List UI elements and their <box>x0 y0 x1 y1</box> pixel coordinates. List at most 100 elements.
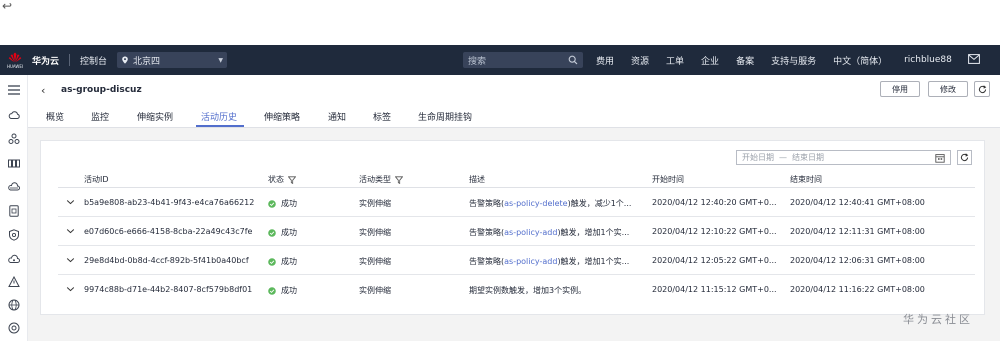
table-row[interactable]: b5a9e808-ab23-4b41-9f43-e4ca76a66212 成功 … <box>58 188 975 217</box>
start-time: 2020/04/12 12:05:22 GMT+0... <box>652 256 777 265</box>
disable-button-label: 停用 <box>892 84 908 94</box>
date-range-picker[interactable]: 开始日期 — 结束日期 <box>736 150 951 165</box>
table-row[interactable]: e07d60c6-e666-4158-8cba-22a49c43c7fe 成功 … <box>58 217 975 246</box>
expand-row-chevron-icon[interactable] <box>66 227 75 235</box>
cloud-icon[interactable] <box>7 180 21 194</box>
success-check-icon <box>268 257 276 266</box>
policy-link[interactable]: as-policy-add <box>504 257 557 266</box>
nav-item-enterprise[interactable]: 企业 <box>701 54 719 67</box>
settings-icon[interactable] <box>7 321 21 335</box>
success-check-icon <box>268 228 276 237</box>
activity-type: 实例伸缩 <box>359 199 391 208</box>
tab-scaling-instances[interactable]: 伸缩实例 <box>137 110 173 123</box>
date-range-separator: — <box>779 153 787 162</box>
column-header-end-time-label: 结束时间 <box>790 175 822 184</box>
search-placeholder: 搜索 <box>468 56 487 67</box>
active-tab-indicator <box>196 125 244 127</box>
menu-icon[interactable] <box>7 83 21 97</box>
tab-monitoring[interactable]: 监控 <box>91 110 109 123</box>
modify-button[interactable]: 修改 <box>928 81 968 97</box>
watermark: 华为云社区 <box>903 313 973 326</box>
description-suffix: )触发，增加1个实... <box>557 257 630 266</box>
table-header: 活动ID 状态 活动类型 描述 开始时间 结束时间 <box>58 170 975 188</box>
console-link[interactable]: 控制台 <box>80 54 107 67</box>
tab-lifecycle-hooks[interactable]: 生命周期挂钩 <box>418 110 472 123</box>
status-text: 成功 <box>281 286 297 295</box>
filter-icon[interactable] <box>395 175 403 184</box>
nav-item-tickets[interactable]: 工单 <box>666 54 684 67</box>
cloud-server-icon[interactable] <box>7 108 21 122</box>
region-selector[interactable]: 北京四 ▼ <box>117 52 228 68</box>
tab-notifications[interactable]: 通知 <box>328 110 346 123</box>
description-prefix: 告警策略( <box>469 257 505 266</box>
table-row[interactable]: 29e8d4bd-0b8d-4ccf-892b-5f41b0a40bcf 成功 … <box>58 246 975 275</box>
tab-bar: 概览 监控 伸缩实例 活动历史 伸缩策略 通知 标签 生命周期挂钩 <box>28 104 1000 128</box>
expand-row-chevron-icon[interactable] <box>66 285 75 293</box>
document-icon[interactable] <box>7 204 21 218</box>
expand-row-chevron-icon[interactable] <box>66 256 75 264</box>
storage-icon[interactable] <box>7 156 21 170</box>
global-icon[interactable] <box>7 298 21 312</box>
column-header-description-label: 描述 <box>469 175 485 184</box>
start-time: 2020/04/12 12:40:20 GMT+0... <box>652 198 777 207</box>
back-chevron-icon[interactable]: ‹ <box>41 84 45 97</box>
status-text: 成功 <box>281 257 297 266</box>
cluster-icon[interactable] <box>7 132 21 146</box>
search-input[interactable]: 搜索 <box>463 52 583 68</box>
description-prefix: 告警策略( <box>469 199 505 208</box>
activity-type: 实例伸缩 <box>359 257 391 266</box>
filter-icon[interactable] <box>288 175 296 184</box>
column-header-status-label: 状态 <box>268 175 284 184</box>
nav-item-support[interactable]: 支持与服务 <box>771 54 816 67</box>
mail-icon[interactable] <box>968 54 980 64</box>
policy-link[interactable]: as-policy-add <box>504 228 557 237</box>
brand-name[interactable]: 华为云 <box>32 54 59 67</box>
activity-description: 期望实例数触发，增加3个实例。 <box>469 285 644 296</box>
nav-item-language[interactable]: 中文（简体） <box>833 54 887 67</box>
disable-button[interactable]: 停用 <box>880 81 920 97</box>
page-header: ‹ as-group-discuz 停用 修改 <box>28 78 1000 102</box>
nav-item-icp[interactable]: 备案 <box>736 54 754 67</box>
start-date-placeholder: 开始日期 <box>742 153 774 162</box>
chevron-down-icon: ▼ <box>218 56 224 64</box>
tab-tags[interactable]: 标签 <box>373 110 391 123</box>
huawei-logo[interactable]: HUAWEI <box>2 45 28 75</box>
description-prefix: 告警策略( <box>469 228 505 237</box>
nav-item-resources[interactable]: 资源 <box>631 54 649 67</box>
top-navigation-bar: HUAWEI 华为云 控制台 北京四 ▼ 搜索 费用 资源 工单 企业 备案 支… <box>0 45 1000 75</box>
column-header-type: 活动类型 <box>359 174 403 185</box>
policy-link[interactable]: as-policy-delete <box>504 199 567 208</box>
activity-type: 实例伸缩 <box>359 286 391 295</box>
description-suffix: )触发，增加1个实... <box>557 228 630 237</box>
status-cell: 成功 <box>268 227 297 238</box>
activity-id: 9974c88b-d71e-44b2-8407-8cf579b8df01 <box>84 285 253 294</box>
activity-id: b5a9e808-ab23-4b41-9f43-e4ca76a66212 <box>84 198 255 207</box>
nav-item-billing[interactable]: 费用 <box>596 54 614 67</box>
end-time: 2020/04/12 12:06:31 GMT+08:00 <box>790 256 925 265</box>
back-arrow-icon[interactable]: ↩ <box>2 0 18 14</box>
description-prefix: 期望实例数触发，增加3个实例。 <box>469 286 587 295</box>
search-icon[interactable] <box>568 55 578 65</box>
activity-id: e07d60c6-e666-4158-8cba-22a49c43c7fe <box>84 227 253 236</box>
network-icon[interactable] <box>7 252 21 266</box>
table-refresh-button[interactable] <box>957 150 972 165</box>
column-header-end-time: 结束时间 <box>790 174 822 185</box>
activity-description: 告警策略(as-policy-delete)触发，减少1个... <box>469 198 644 209</box>
region-label: 北京四 <box>133 56 161 67</box>
tab-scaling-policies[interactable]: 伸缩策略 <box>264 110 300 123</box>
tab-activity-history[interactable]: 活动历史 <box>201 110 237 123</box>
security-icon[interactable] <box>7 228 21 242</box>
activity-id: 29e8d4bd-0b8d-4ccf-892b-5f41b0a40bcf <box>84 256 249 265</box>
tab-overview[interactable]: 概览 <box>46 110 64 123</box>
start-time: 2020/04/12 12:10:22 GMT+0... <box>652 227 777 236</box>
nav-item-user[interactable]: richblue88 <box>904 55 952 65</box>
alarm-icon[interactable] <box>7 275 21 289</box>
column-header-status: 状态 <box>268 174 296 185</box>
expand-row-chevron-icon[interactable] <box>66 198 75 206</box>
status-cell: 成功 <box>268 285 297 296</box>
header-refresh-button[interactable] <box>974 81 990 97</box>
table-row[interactable]: 9974c88b-d71e-44b2-8407-8cf579b8df01 成功 … <box>58 275 975 304</box>
column-header-start-time-label: 开始时间 <box>652 175 684 184</box>
status-text: 成功 <box>281 228 297 237</box>
nav-divider <box>69 54 71 66</box>
